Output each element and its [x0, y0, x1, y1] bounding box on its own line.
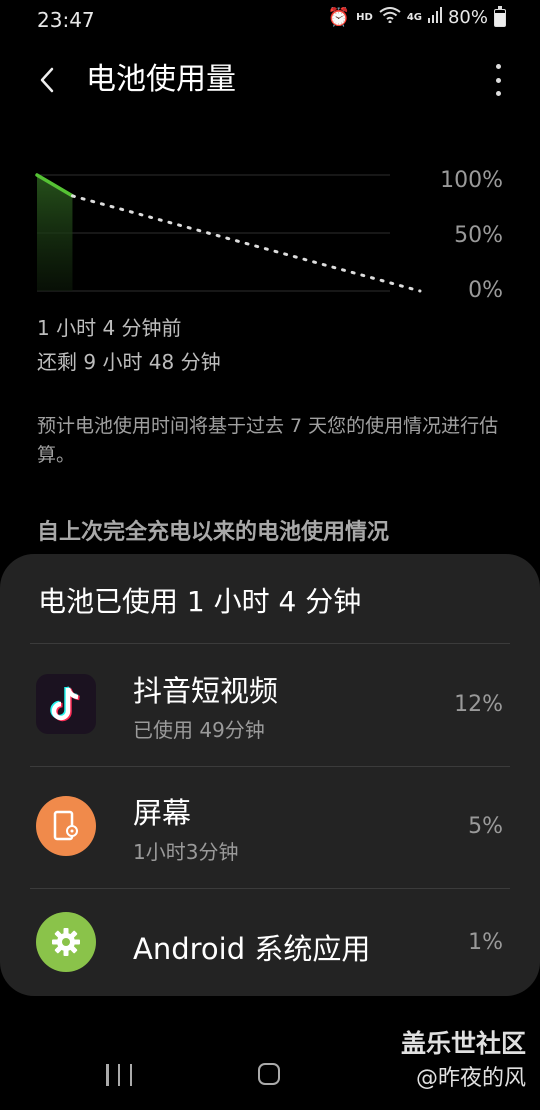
gear-icon [36, 912, 96, 972]
hd-label: HD [356, 12, 373, 23]
section-title: 自上次完全充电以来的电池使用情况 [37, 520, 390, 545]
app-name: Android 系统应用 [133, 932, 371, 966]
home-button[interactable] [258, 1063, 280, 1085]
y-tick-label: 0% [468, 278, 503, 303]
app-percent: 1% [468, 930, 503, 955]
predicted-line [70, 194, 422, 293]
more-dot-icon [495, 64, 501, 69]
watermark-author: @昨夜的风 [415, 1066, 526, 1091]
sheet-title: 电池已使用 1 小时 4 分钟 [38, 585, 362, 618]
tiktok-icon [36, 674, 96, 734]
app-percent: 12% [454, 692, 503, 717]
remaining-time-text: 还剩 9 小时 48 分钟 [37, 350, 221, 374]
y-tick-label: 100% [440, 168, 503, 193]
recent-apps-button[interactable] [106, 1064, 132, 1086]
more-dot-icon [495, 91, 501, 96]
more-dot-icon [495, 77, 501, 83]
app-usage: 1小时3分钟 [133, 840, 239, 864]
screen-icon [36, 796, 96, 856]
battery-chart: 100% 50% 0% [0, 150, 540, 310]
status-time: 23:47 [37, 8, 95, 32]
status-bar: 23:47 ⏰ HD 4G 80% [0, 0, 540, 40]
alarm-icon: ⏰ [327, 7, 351, 28]
app-name: 抖音短视频 [133, 674, 279, 708]
battery-percent: 80% [447, 7, 488, 28]
wifi-icon [379, 7, 401, 28]
usage-sheet: 电池已使用 1 小时 4 分钟 抖音短视频 已使用 49分钟 12% 屏幕 1小… [0, 554, 540, 996]
divider [30, 643, 510, 644]
divider [30, 766, 510, 767]
watermark-community: 盖乐世社区 [400, 1029, 526, 1058]
recent-bar-icon [106, 1064, 109, 1086]
estimate-description: 预计电池使用时间将基于过去 7 天您的使用情况进行估算。 [37, 415, 499, 466]
recent-bar-icon [129, 1064, 132, 1086]
app-percent: 5% [468, 814, 503, 839]
status-icons: ⏰ HD 4G 80% [327, 5, 506, 28]
page-title: 电池使用量 [86, 62, 236, 97]
back-arrow-icon [40, 67, 54, 93]
app-usage: 已使用 49分钟 [133, 718, 265, 742]
app-row-android-system[interactable]: Android 系统应用 1% [0, 890, 540, 1000]
y-tick-label: 50% [454, 223, 503, 248]
app-bar: 电池使用量 [0, 50, 540, 110]
recent-bar-icon [117, 1064, 121, 1086]
more-options-button[interactable] [490, 64, 506, 96]
time-ago-text: 1 小时 4 分钟前 [37, 316, 182, 340]
app-name: 屏幕 [133, 796, 192, 830]
network-label: 4G [406, 12, 422, 23]
back-button[interactable] [30, 60, 64, 100]
app-row-douyin[interactable]: 抖音短视频 已使用 49分钟 12% [0, 646, 540, 756]
app-row-screen[interactable]: 屏幕 1小时3分钟 5% [0, 768, 540, 878]
signal-icon [427, 7, 442, 28]
battery-icon [494, 5, 506, 27]
divider [30, 888, 510, 889]
